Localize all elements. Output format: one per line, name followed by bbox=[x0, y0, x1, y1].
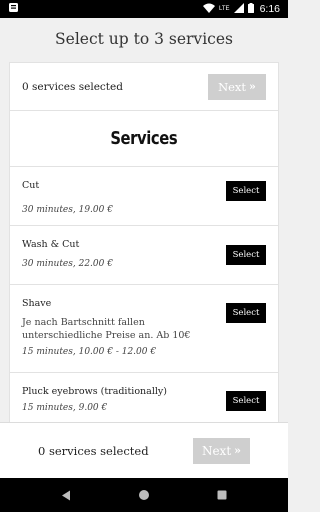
battery-icon bbox=[247, 2, 254, 16]
service-description: Je nach Bartschnitt fallen unterschiedli… bbox=[22, 317, 191, 341]
network-type: LTE bbox=[219, 6, 230, 12]
signal-icon bbox=[233, 2, 244, 16]
service-meta: 30 minutes, 19.00 € bbox=[22, 205, 113, 215]
android-nav-bar bbox=[0, 478, 288, 512]
services-heading-text: Services bbox=[110, 128, 178, 149]
double-chevron-right-icon: » bbox=[234, 444, 242, 457]
service-row-shave[interactable]: Shave Je nach Bartschnitt fallen untersc… bbox=[10, 285, 278, 373]
status-time: 6:16 bbox=[259, 3, 280, 15]
bottom-selected-count: 0 services selected bbox=[38, 443, 149, 458]
next-label: Next bbox=[201, 443, 232, 458]
wifi-icon bbox=[203, 3, 215, 16]
selected-count: 0 services selected bbox=[22, 80, 123, 93]
service-name: Shave bbox=[22, 298, 52, 309]
double-chevron-right-icon: » bbox=[249, 80, 256, 93]
service-meta: 15 minutes, 10.00 € - 12.00 € bbox=[22, 347, 157, 357]
next-button[interactable]: Next » bbox=[208, 73, 266, 100]
bottom-selection-bar: 0 services selected Next » bbox=[0, 422, 288, 478]
service-row-cut[interactable]: Cut 30 minutes, 19.00 € Select bbox=[10, 167, 278, 226]
select-button-pluck-eyebrows[interactable]: Select bbox=[226, 391, 266, 411]
back-icon[interactable] bbox=[56, 485, 76, 505]
service-name: Wash & Cut bbox=[22, 239, 80, 250]
service-row-wash-cut[interactable]: Wash & Cut 30 minutes, 22.00 € Select bbox=[10, 226, 278, 285]
service-row-pluck-eyebrows[interactable]: Pluck eyebrows (traditionally) 15 minute… bbox=[10, 373, 278, 422]
status-bar: LTE 6:16 bbox=[0, 0, 288, 18]
bottom-next-button[interactable]: Next » bbox=[193, 437, 250, 464]
service-meta: 15 minutes, 9.00 € bbox=[22, 403, 108, 413]
page-title: Select up to 3 services bbox=[55, 30, 233, 48]
services-panel[interactable]: 0 services selected Next » Services Cut … bbox=[9, 62, 279, 422]
top-selection-bar: 0 services selected Next » bbox=[10, 63, 278, 111]
service-name: Pluck eyebrows (traditionally) bbox=[22, 386, 167, 397]
notification-icon bbox=[8, 2, 19, 16]
service-meta: 30 minutes, 22.00 € bbox=[22, 259, 113, 269]
service-name: Cut bbox=[22, 180, 40, 191]
select-button-cut[interactable]: Select bbox=[226, 181, 266, 201]
select-button-shave[interactable]: Select bbox=[226, 303, 266, 323]
services-heading: Services bbox=[10, 111, 278, 167]
select-button-wash-cut[interactable]: Select bbox=[226, 245, 266, 265]
home-icon[interactable] bbox=[134, 485, 154, 505]
recents-icon[interactable] bbox=[212, 485, 232, 505]
next-label: Next bbox=[218, 79, 247, 94]
